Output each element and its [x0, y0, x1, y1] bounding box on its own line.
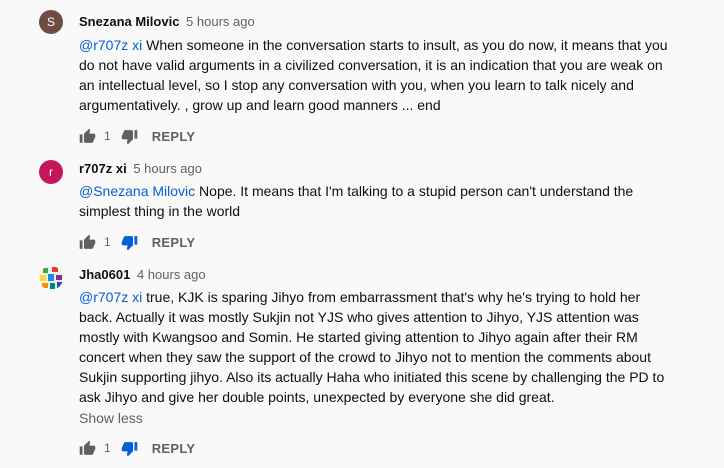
thumbs-up-icon[interactable]	[79, 128, 96, 145]
reply-button[interactable]: REPLY	[152, 129, 196, 144]
comment-text: @Snezana Milovic Nope. It means that I'm…	[79, 183, 634, 219]
comment-header: r707z xi 5 hours ago	[79, 161, 202, 176]
reply-button[interactable]: REPLY	[152, 235, 196, 250]
comment-author[interactable]: Snezana Milovic	[79, 14, 179, 29]
comment-time[interactable]: 5 hours ago	[186, 14, 255, 29]
thumbs-down-icon-active[interactable]	[121, 440, 138, 457]
comment-actions: 1 REPLY	[79, 438, 195, 458]
thumbs-up-icon[interactable]	[79, 440, 96, 457]
mention-link[interactable]: @r707z xi	[79, 289, 142, 305]
mention-link[interactable]: @Snezana Milovic	[79, 183, 195, 199]
comment-author[interactable]: Jha0601	[79, 267, 130, 282]
comment-actions: 1 REPLY	[79, 232, 195, 252]
thumbs-down-icon-active[interactable]	[121, 234, 138, 251]
like-count: 1	[104, 235, 111, 249]
comment-header: Snezana Milovic 5 hours ago	[79, 14, 255, 29]
reply-button[interactable]: REPLY	[152, 441, 196, 456]
avatar[interactable]: S	[39, 10, 63, 34]
like-count: 1	[104, 129, 111, 143]
comment-text: @r707z xi true, KJK is sparing Jihyo fro…	[79, 289, 665, 405]
pixel-avatar-image	[39, 266, 63, 290]
avatar[interactable]: r	[39, 160, 63, 184]
show-less-button[interactable]: Show less	[79, 410, 143, 426]
like-count: 1	[104, 441, 111, 455]
comment-header: Jha0601 4 hours ago	[79, 267, 206, 282]
comment-text: @r707z xi When someone in the conversati…	[79, 37, 668, 113]
thumbs-up-icon[interactable]	[79, 234, 96, 251]
thumbs-down-icon[interactable]	[121, 128, 138, 145]
avatar[interactable]	[39, 266, 63, 290]
mention-link[interactable]: @r707z xi	[79, 37, 142, 53]
comment-time[interactable]: 5 hours ago	[133, 161, 202, 176]
comment-actions: 1 REPLY	[79, 126, 195, 146]
comment-time[interactable]: 4 hours ago	[137, 267, 206, 282]
comment-author[interactable]: r707z xi	[79, 161, 127, 176]
